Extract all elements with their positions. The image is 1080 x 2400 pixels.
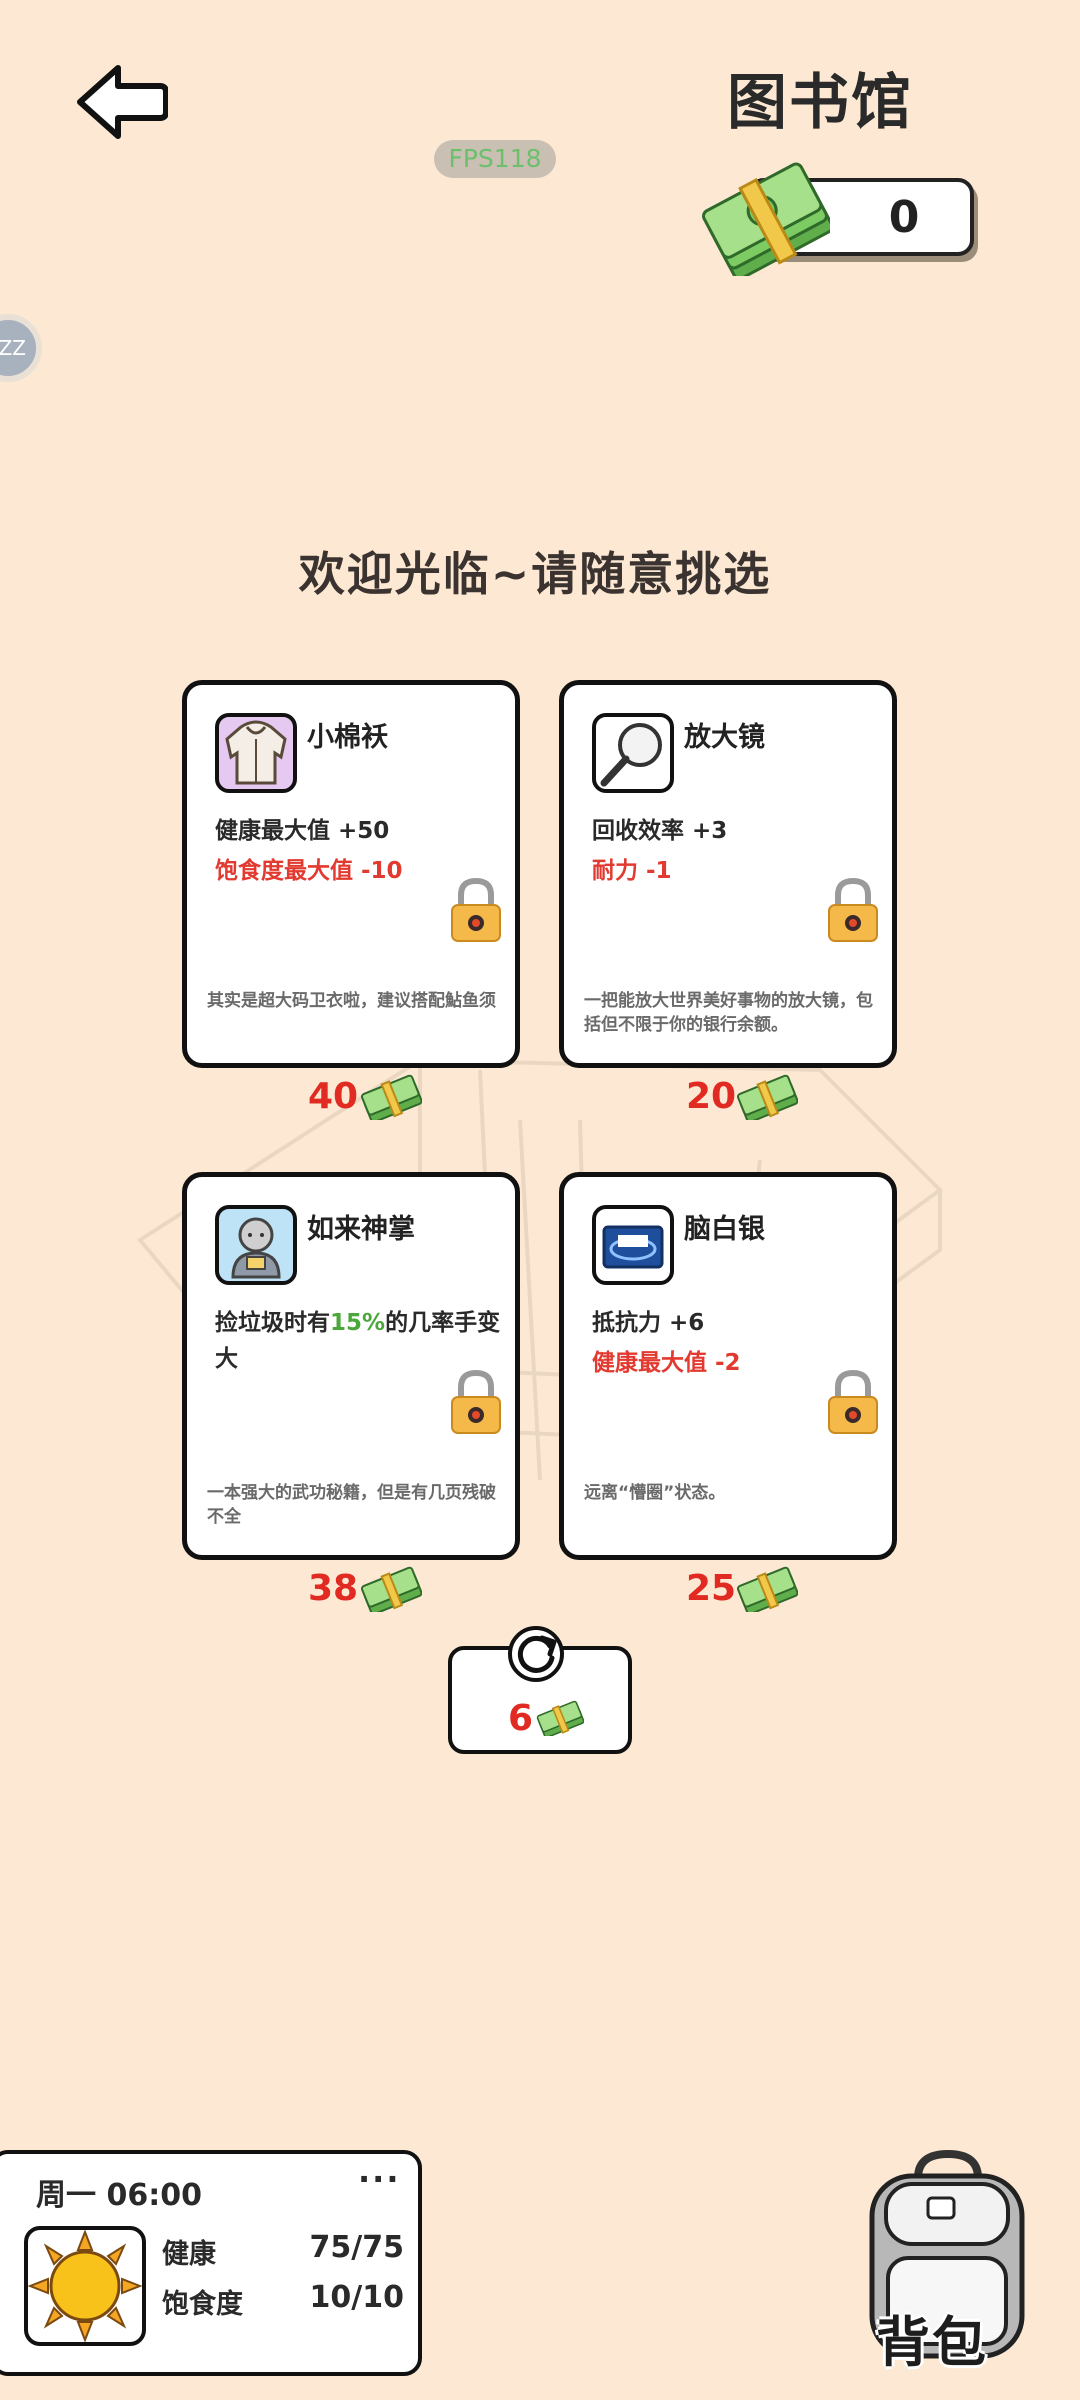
shop-item-card[interactable]: 脑白银 抵抗力 +6 健康最大值 -2 远离“懵圈”状态。: [559, 1172, 897, 1560]
health-value: 75/75: [309, 2230, 404, 2265]
item-price: 25: [686, 1568, 737, 1609]
item-name: 放大镜: [684, 722, 765, 753]
item-effect-negative: 饱食度最大值 -10: [215, 858, 403, 884]
welcome-text: 欢迎光临~请随意挑选: [298, 547, 772, 601]
item-price: 20: [686, 1076, 737, 1117]
page-title: 图书馆: [727, 68, 913, 138]
item-effect-negative: 健康最大值 -2: [592, 1350, 741, 1376]
item-description: 一本强大的武功秘籍，但是有几页残破不全: [207, 1483, 496, 1527]
item-price: 38: [308, 1568, 359, 1609]
item-description: 一把能放大世界美好事物的放大镜，包括但不限于你的银行余额。: [584, 991, 873, 1035]
lock-icon[interactable]: [826, 877, 880, 943]
fps-counter: FPS118: [434, 140, 556, 178]
item-name: 脑白银: [684, 1214, 765, 1245]
satiety-label: 饱食度: [162, 2289, 243, 2320]
effect-text-pre: 捡垃圾时有: [215, 1310, 330, 1336]
money-icon: [361, 1566, 422, 1612]
money-stack-icon: [702, 162, 830, 276]
money-icon: [536, 1700, 584, 1736]
shop-item-card[interactable]: 如来神掌 捡垃圾时有15%的几率手变大 一本强大的武功秘籍，但是有几页残破不全: [182, 1172, 520, 1560]
refresh-icon: [508, 1626, 564, 1682]
item-name: 小棉袄: [307, 722, 388, 753]
satiety-value: 10/10: [309, 2280, 404, 2315]
money-icon: [737, 1566, 798, 1612]
money-icon: [737, 1074, 798, 1120]
health-label: 健康: [162, 2239, 216, 2270]
money-value: 0: [888, 192, 920, 243]
shop-item-card[interactable]: 放大镜 回收效率 +3 耐力 -1 一把能放大世界美好事物的放大镜，包括但不限于…: [559, 680, 897, 1068]
lock-icon[interactable]: [826, 1369, 880, 1435]
back-arrow-icon[interactable]: [76, 64, 168, 140]
item-name: 如来神掌: [307, 1214, 415, 1245]
magnifier-icon: [592, 713, 674, 793]
sun-icon: [28, 2230, 142, 2342]
item-effect-positive: 健康最大值 +50: [215, 818, 390, 844]
item-description: 远离“懵圈”状态。: [584, 1483, 726, 1503]
item-effect-negative: 耐力 -1: [592, 858, 672, 884]
day-time: 周一 06:00: [36, 2178, 202, 2213]
hoodie-icon: [215, 713, 297, 793]
effect-highlight: 15%: [330, 1310, 386, 1336]
sleep-indicator-bubble[interactable]: ZZ: [0, 314, 42, 382]
item-effect-positive: 抵抗力 +6: [592, 1310, 705, 1336]
shop-item-card[interactable]: 小棉袄 健康最大值 +50 饱食度最大值 -10 其实是超大码卫衣啦，建议搭配鮎…: [182, 680, 520, 1068]
money-icon: [361, 1074, 422, 1120]
more-options-button[interactable]: ···: [358, 2160, 400, 2198]
weather-frame: [24, 2226, 146, 2346]
lock-icon[interactable]: [449, 1369, 503, 1435]
lock-icon[interactable]: [449, 877, 503, 943]
refresh-cost: 6: [508, 1698, 534, 1739]
backpack-label: 背包: [876, 2311, 988, 2374]
item-effect-text: 捡垃圾时有15%的几率手变大: [215, 1305, 505, 1377]
buddha-book-icon: [215, 1205, 297, 1285]
item-description: 其实是超大码卫衣啦，建议搭配鮎鱼须: [207, 991, 496, 1011]
supplement-box-icon: [592, 1205, 674, 1285]
item-price: 40: [308, 1076, 359, 1117]
item-effect-positive: 回收效率 +3: [592, 818, 728, 844]
